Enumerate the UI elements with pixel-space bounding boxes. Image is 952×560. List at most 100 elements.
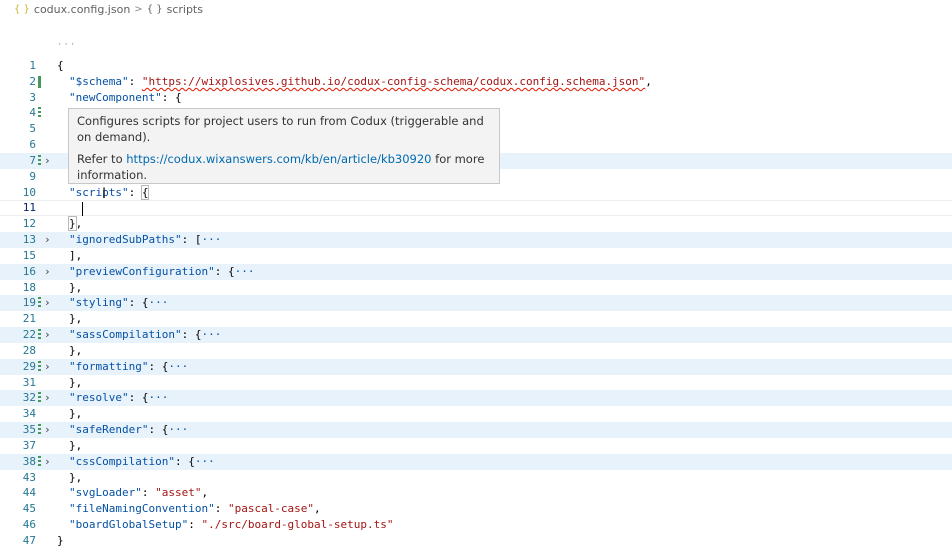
code-line[interactable]: 47 } <box>0 533 952 549</box>
code-line[interactable]: 46 "boardGlobalSetup": "./src/board-glob… <box>0 517 952 533</box>
line-text: "cssCompilation": {··· <box>69 455 215 468</box>
code-line[interactable]: 37 }, <box>0 438 952 454</box>
fold-chevron-icon[interactable]: › <box>44 390 51 406</box>
line-text: "fileNamingConvention": "pascal-case", <box>69 502 321 515</box>
modified-gutter-marker[interactable] <box>38 392 41 404</box>
fold-placeholder[interactable]: ··· <box>201 233 221 246</box>
modified-gutter-marker[interactable] <box>38 329 41 341</box>
line-number: 43 <box>22 471 36 484</box>
json-key: "boardGlobalSetup" <box>69 518 189 531</box>
code-line[interactable]: 13 › "ignoredSubPaths": [··· <box>0 232 952 248</box>
code-line[interactable]: 29 › "formatting": {··· <box>0 359 952 375</box>
json-key: "scripts" <box>69 186 129 199</box>
fold-placeholder[interactable]: ··· <box>201 328 221 341</box>
json-string: "./src/board-global-setup.ts" <box>201 518 394 531</box>
code-line[interactable]: 35 › "safeRender": {··· <box>0 422 952 438</box>
code-line[interactable]: 32 › "resolve": {··· <box>0 390 952 406</box>
modified-gutter-marker[interactable] <box>38 107 41 119</box>
fold-chevron-icon[interactable]: › <box>44 454 51 470</box>
tooltip-refer-prefix: Refer to <box>77 152 127 166</box>
code-line[interactable]: 19 › "styling": {··· <box>0 295 952 311</box>
code-line[interactable]: 22 › "sassCompilation": {··· <box>0 327 952 343</box>
line-number: 15 <box>22 249 36 262</box>
line-text: "safeRender": {··· <box>69 423 189 436</box>
documentation-link[interactable]: https://codux.wixanswers.com/kb/en/artic… <box>126 152 431 166</box>
code-line[interactable]: 18 }, <box>0 280 952 296</box>
line-number: 12 <box>22 217 36 230</box>
json-key: "styling" <box>69 296 129 309</box>
modified-gutter-marker[interactable] <box>38 361 41 373</box>
line-text: } <box>57 534 64 547</box>
fold-chevron-icon[interactable]: › <box>44 327 51 343</box>
line-number: 22 <box>22 328 36 341</box>
code-line[interactable]: 16 › "previewConfiguration": {··· <box>0 264 952 280</box>
modified-gutter-marker[interactable] <box>38 424 41 436</box>
code-line[interactable]: 43 }, <box>0 470 952 486</box>
code-line[interactable]: 38 › "cssCompilation": {··· <box>0 454 952 470</box>
code-line[interactable]: 12 }, <box>0 216 952 232</box>
tooltip-reference: Refer to https://codux.wixanswers.com/kb… <box>77 151 491 183</box>
modified-gutter-marker[interactable] <box>38 76 41 88</box>
line-number: 35 <box>22 423 36 436</box>
line-text: "ignoredSubPaths": [··· <box>69 233 222 246</box>
line-number: 28 <box>22 344 36 357</box>
line-text: "$schema": "https://wixplosives.github.i… <box>69 75 652 88</box>
modified-gutter-marker[interactable] <box>38 297 41 309</box>
code-line[interactable]: 45 "fileNamingConvention": "pascal-case"… <box>0 501 952 517</box>
line-number: 32 <box>22 391 36 404</box>
code-line[interactable]: 44 "svgLoader": "asset", <box>0 485 952 501</box>
fold-placeholder[interactable]: ··· <box>195 455 215 468</box>
modified-gutter-marker[interactable] <box>38 155 41 167</box>
fold-placeholder[interactable]: ··· <box>168 360 188 373</box>
line-text: }, <box>69 471 83 484</box>
line-text: "svgLoader": "asset", <box>69 486 209 499</box>
json-key: "sassCompilation" <box>69 328 182 341</box>
fold-placeholder[interactable]: ··· <box>148 391 168 404</box>
line-number: 46 <box>22 518 36 531</box>
code-line[interactable]: 1 { <box>0 58 952 74</box>
line-number: 19 <box>22 296 36 309</box>
json-key: "ignoredSubPaths" <box>69 233 182 246</box>
line-number: 34 <box>22 407 36 420</box>
modified-gutter-marker[interactable] <box>38 456 41 468</box>
line-number: 29 <box>22 360 36 373</box>
code-line[interactable]: 34 }, <box>0 406 952 422</box>
fold-chevron-icon[interactable]: › <box>44 295 51 311</box>
line-number: 6 <box>29 138 36 151</box>
code-line[interactable]: 31 }, <box>0 375 952 391</box>
line-number: 10 <box>22 186 36 199</box>
line-text: }, <box>69 312 83 325</box>
code-line[interactable]: 11 <box>0 200 952 216</box>
text-cursor <box>82 202 83 216</box>
hidden-lines-ellipsis[interactable]: ··· <box>57 40 76 50</box>
fold-chevron-icon[interactable]: › <box>44 232 51 248</box>
code-line[interactable]: 15 ], <box>0 248 952 264</box>
code-line[interactable]: 3 "newComponent": { <box>0 90 952 106</box>
json-key: "cssCompilation" <box>69 455 175 468</box>
line-number: 45 <box>22 502 36 515</box>
json-key: "newComponent" <box>69 91 162 104</box>
json-key: "previewConfiguration" <box>69 265 215 278</box>
fold-chevron-icon[interactable]: › <box>44 153 51 169</box>
line-text: "newComponent": { <box>69 91 182 104</box>
code-line[interactable]: 2 "$schema": "https://wixplosives.github… <box>0 74 952 90</box>
code-line[interactable]: 21 }, <box>0 311 952 327</box>
fold-placeholder[interactable]: ··· <box>148 296 168 309</box>
fold-chevron-icon[interactable]: › <box>44 359 51 375</box>
line-text: "styling": {··· <box>69 296 169 309</box>
hover-tooltip[interactable]: Configures scripts for project users to … <box>68 108 500 184</box>
code-editor[interactable]: ··· 1 { 2 "$schema": "https://wixplosive… <box>0 0 952 560</box>
tooltip-description: Configures scripts for project users to … <box>77 114 484 144</box>
fold-chevron-icon[interactable]: › <box>44 422 51 438</box>
code-line[interactable]: 28 }, <box>0 343 952 359</box>
json-key: "resolve" <box>69 391 129 404</box>
fold-placeholder[interactable]: ··· <box>168 423 188 436</box>
line-number: 4 <box>29 106 36 119</box>
code-line[interactable]: 10 "scripts": { <box>0 185 952 201</box>
line-text: "sassCompilation": {··· <box>69 328 222 341</box>
line-text: }, <box>69 281 83 294</box>
json-string: "pascal-case" <box>227 502 315 515</box>
fold-placeholder[interactable]: ··· <box>235 265 255 278</box>
fold-chevron-icon[interactable]: › <box>44 264 51 280</box>
line-number: 21 <box>22 312 36 325</box>
